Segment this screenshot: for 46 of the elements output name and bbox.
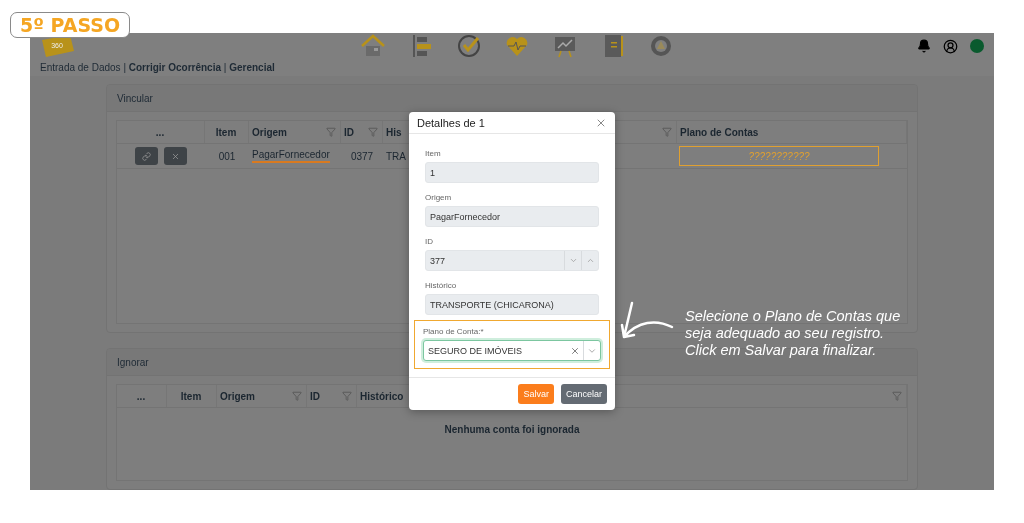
column-header: ID [310,390,320,402]
step-badge: 5º PASSO [10,12,131,38]
panel-title: Ignorar [117,356,149,368]
field-label: Plano de Conta:* [423,327,485,336]
link-button[interactable] [135,147,158,165]
column-header: ID [344,126,354,138]
table-cell: PagarFornecedor [252,149,330,163]
filter-icon[interactable] [892,391,902,401]
column-header: Origem [252,126,287,138]
breadcrumb[interactable]: Entrada de Dados | Corrigir Ocorrência | Gerencial [40,62,275,73]
column-header: Item [215,126,237,138]
column-header: His [386,126,402,138]
field-label: Origem [425,193,453,202]
empty-message: Nenhuma conta foi ignorada [444,424,580,437]
column-header: Item [180,390,202,402]
filter-icon[interactable] [292,391,302,401]
cancel-button[interactable]: Cancelar [560,384,607,404]
home-icon[interactable] [359,33,386,59]
status-dot-icon [970,39,984,53]
filter-icon[interactable] [368,127,378,137]
column-header: ... [155,126,165,138]
panel-title: Vincular [117,92,153,104]
column-header: ... [136,390,146,402]
remove-button[interactable] [164,147,187,165]
select-field[interactable]: SEGURO DE IMÓVEIS [423,340,601,361]
check-circle-icon[interactable] [455,33,482,59]
column-header: Histórico [360,390,404,402]
link-icon [142,151,151,161]
field-label: Item [425,149,442,158]
clear-icon[interactable] [570,345,580,356]
column-header: Origem [220,390,255,402]
highlighted-cell: ??????????? [679,146,879,166]
filter-icon[interactable] [326,127,336,137]
table-cell: 001 [218,150,236,162]
table-cell: 0377 [350,150,374,162]
filter-icon[interactable] [662,127,672,137]
user-icon[interactable] [943,38,958,54]
column-header: Plano de Contas [680,126,759,138]
close-icon [171,151,180,161]
field-label: ID [425,237,434,246]
field-label: Histórico [425,281,458,290]
notification-bell-icon[interactable] [917,39,931,53]
table-cell: TRA [386,150,406,162]
filter-icon[interactable] [342,391,352,401]
dialog-title: Detalhes de 1 [417,116,485,129]
instruction-text: Selecione o Plano de Contas que seja adequado ao seu registro. Click em Salvar para finalizar. [685,308,901,359]
